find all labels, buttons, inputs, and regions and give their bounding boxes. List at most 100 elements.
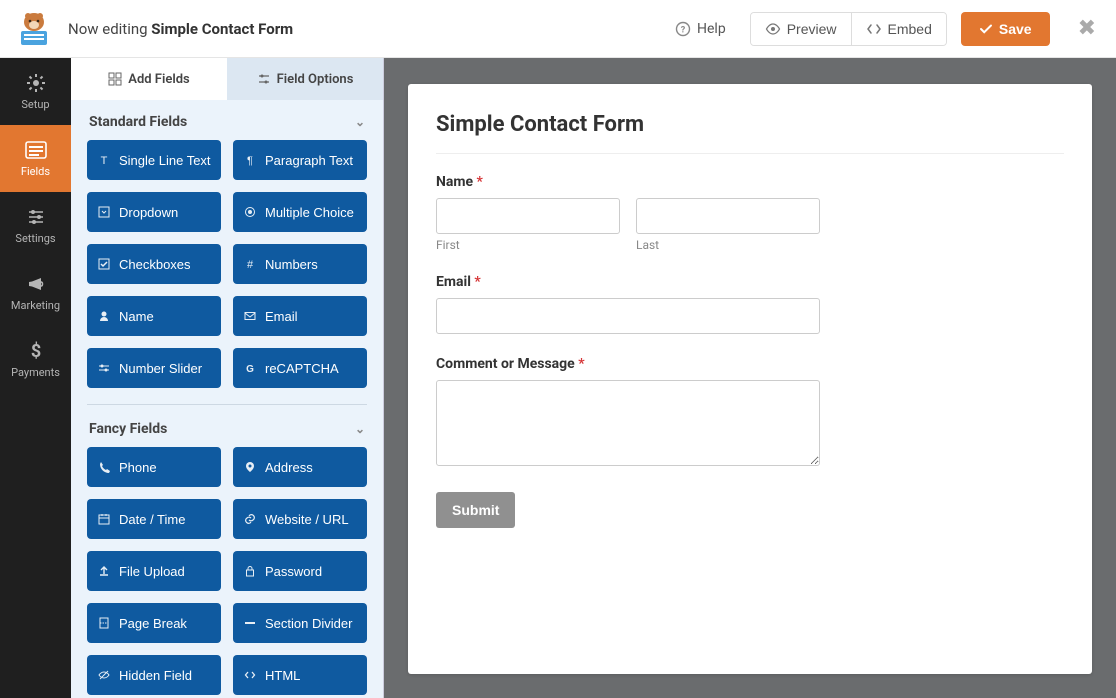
left-rail: Setup Fields Settings Marketing $ Paymen… — [0, 58, 71, 698]
save-button[interactable]: Save — [961, 12, 1050, 46]
editing-text: Now editing Simple Contact Form — [68, 20, 293, 38]
name-label: Name * — [436, 174, 820, 190]
radio-icon — [243, 205, 257, 219]
field-multiple-choice[interactable]: Multiple Choice — [233, 192, 367, 232]
google-icon: G — [243, 361, 257, 375]
rail-payments-label: Payments — [11, 366, 60, 379]
form-field-comment[interactable]: Comment or Message * — [436, 356, 820, 470]
comment-textarea[interactable] — [436, 380, 820, 466]
required-marker: * — [477, 174, 483, 190]
svg-text:T: T — [101, 155, 108, 166]
tab-add-fields[interactable]: Add Fields — [71, 58, 227, 100]
standard-fields-grid: TSingle Line Text ¶Paragraph Text Dropdo… — [87, 140, 367, 388]
caret-square-icon — [97, 205, 111, 219]
field-paragraph-text[interactable]: ¶Paragraph Text — [233, 140, 367, 180]
field-numbers[interactable]: #Numbers — [233, 244, 367, 284]
field-section-divider[interactable]: Section Divider — [233, 603, 367, 643]
chevron-down-icon: ⌄ — [355, 422, 365, 436]
code-brackets-icon — [243, 668, 257, 682]
rail-setup[interactable]: Setup — [0, 58, 71, 125]
divider-icon — [243, 616, 257, 630]
field-panel: Add Fields Field Options Standard Fields… — [71, 58, 384, 698]
editing-prefix: Now editing — [68, 20, 151, 38]
email-input[interactable] — [436, 298, 820, 334]
field-email[interactable]: Email — [233, 296, 367, 336]
rail-payments[interactable]: $ Payments — [0, 326, 71, 393]
fancy-fields-grid: Phone Address Date / Time Website / URL … — [87, 447, 367, 698]
embed-button[interactable]: Embed — [852, 13, 946, 45]
panel-body: Standard Fields ⌄ TSingle Line Text ¶Par… — [71, 100, 383, 698]
first-name-input[interactable] — [436, 198, 620, 234]
form-card: Simple Contact Form Name * First Last — [408, 84, 1092, 674]
phone-icon — [97, 460, 111, 474]
svg-text:#: # — [247, 259, 254, 270]
form-field-email[interactable]: Email * — [436, 274, 820, 334]
submit-button[interactable]: Submit — [436, 492, 515, 528]
form-field-name[interactable]: Name * First Last — [436, 174, 820, 252]
help-icon: ? — [675, 21, 691, 37]
group-standard-title: Standard Fields — [89, 114, 187, 130]
top-header: Now editing Simple Contact Form ? Help P… — [0, 0, 1116, 58]
first-sublabel: First — [436, 238, 620, 252]
link-icon — [243, 512, 257, 526]
eye-icon — [765, 21, 781, 37]
rail-marketing-label: Marketing — [11, 299, 60, 312]
field-recaptcha[interactable]: GreCAPTCHA — [233, 348, 367, 388]
preview-area: Simple Contact Form Name * First Last — [384, 58, 1116, 698]
last-name-input[interactable] — [636, 198, 820, 234]
text-icon: T — [97, 153, 111, 167]
comment-label: Comment or Message * — [436, 356, 820, 372]
eye-slash-icon — [97, 668, 111, 682]
dollar-icon: $ — [25, 340, 47, 362]
field-file-upload[interactable]: File Upload — [87, 551, 221, 591]
svg-text:?: ? — [681, 25, 686, 35]
field-address[interactable]: Address — [233, 447, 367, 487]
check-icon — [979, 22, 993, 36]
checkbox-icon — [97, 257, 111, 271]
field-single-line-text[interactable]: TSingle Line Text — [87, 140, 221, 180]
preview-form-title: Simple Contact Form — [436, 112, 1064, 154]
svg-text:¶: ¶ — [247, 155, 253, 166]
sliders-icon — [25, 206, 47, 228]
rail-settings-label: Settings — [15, 232, 55, 245]
group-standard-header[interactable]: Standard Fields ⌄ — [87, 100, 367, 140]
panel-tabs: Add Fields Field Options — [71, 58, 383, 100]
group-fancy-header[interactable]: Fancy Fields ⌄ — [87, 404, 367, 447]
tab-field-options[interactable]: Field Options — [227, 58, 383, 100]
user-icon — [97, 309, 111, 323]
help-button[interactable]: ? Help — [665, 15, 736, 43]
header-actions: Preview Embed — [750, 12, 947, 46]
megaphone-icon — [25, 273, 47, 295]
group-fancy-title: Fancy Fields — [89, 421, 167, 437]
logo — [14, 9, 54, 49]
field-hidden-field[interactable]: Hidden Field — [87, 655, 221, 695]
required-marker: * — [578, 356, 584, 372]
field-checkboxes[interactable]: Checkboxes — [87, 244, 221, 284]
save-label: Save — [999, 21, 1032, 37]
field-date-time[interactable]: Date / Time — [87, 499, 221, 539]
close-button[interactable]: ✖ — [1072, 10, 1102, 47]
field-html[interactable]: HTML — [233, 655, 367, 695]
list-icon — [25, 139, 47, 161]
rail-settings[interactable]: Settings — [0, 192, 71, 259]
field-website-url[interactable]: Website / URL — [233, 499, 367, 539]
field-page-break[interactable]: Page Break — [87, 603, 221, 643]
field-number-slider[interactable]: Number Slider — [87, 348, 221, 388]
field-dropdown[interactable]: Dropdown — [87, 192, 221, 232]
sliders-small-icon — [257, 72, 271, 86]
svg-text:$: $ — [30, 341, 40, 361]
help-label: Help — [697, 21, 726, 37]
calendar-icon — [97, 512, 111, 526]
close-icon: ✖ — [1078, 16, 1096, 41]
field-password[interactable]: Password — [233, 551, 367, 591]
rail-marketing[interactable]: Marketing — [0, 259, 71, 326]
slider-icon — [97, 361, 111, 375]
code-icon — [866, 21, 882, 37]
preview-button[interactable]: Preview — [751, 13, 852, 45]
field-name[interactable]: Name — [87, 296, 221, 336]
envelope-icon — [243, 309, 257, 323]
rail-fields[interactable]: Fields — [0, 125, 71, 192]
email-label: Email * — [436, 274, 820, 290]
field-phone[interactable]: Phone — [87, 447, 221, 487]
chevron-down-icon: ⌄ — [355, 115, 365, 129]
